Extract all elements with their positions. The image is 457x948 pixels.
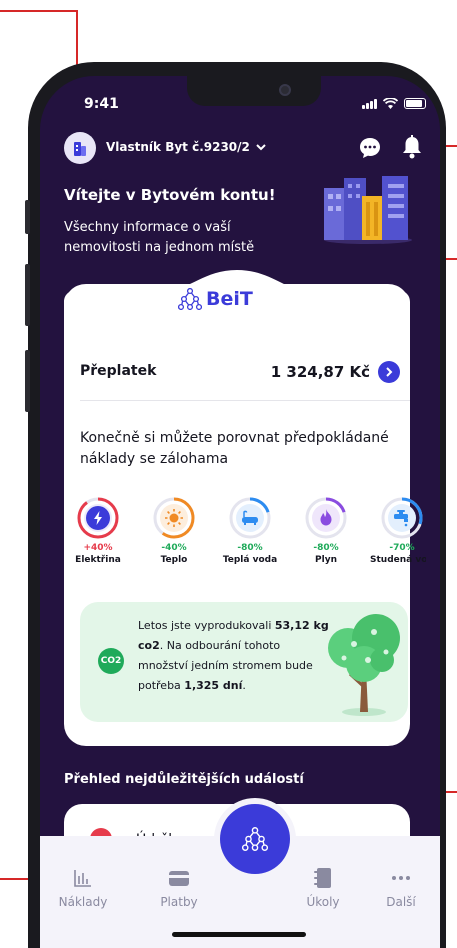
eco-banner: CO2 Letos jste vyprodukovali 53,12 kg co… [80, 602, 408, 722]
status-time: 9:41 [84, 96, 119, 112]
utility-change: -80% [237, 543, 263, 553]
top-row: Vlastník Byt č.9230/2 [64, 132, 426, 164]
chevron-right-icon [386, 367, 393, 377]
utilities-row: +40% Elektřina -40% Teplo -80% Teplá vod… [66, 496, 426, 576]
camera-icon [279, 84, 291, 96]
wallet-icon [169, 871, 189, 886]
utility-item[interactable]: -70% Studená voda [370, 496, 426, 565]
buildings-illustration [324, 176, 412, 244]
tab-label: Úkoly [306, 895, 340, 909]
status-icons [362, 98, 426, 109]
property-avatar[interactable] [64, 132, 96, 164]
eco-text: Letos jste vyprodukovali 53,12 kg co2. N… [138, 619, 329, 692]
balance-value: 1 324,87 Kč [270, 363, 370, 381]
more-icon [392, 876, 410, 880]
bell-icon[interactable] [400, 134, 424, 160]
divider [80, 400, 410, 401]
tab-platby[interactable]: Platby [144, 866, 214, 909]
tab-ukoly[interactable]: Úkoly [288, 866, 358, 909]
eco-days: 1,325 dní [184, 679, 243, 692]
chat-icon[interactable] [358, 136, 382, 160]
battery-icon [404, 98, 426, 109]
property-selector[interactable]: Vlastník Byt č.9230/2 [106, 140, 266, 154]
building-icon [74, 142, 86, 156]
tab-label: Platby [160, 895, 198, 909]
utility-name: Teplo [160, 555, 188, 565]
tree-illustration [328, 614, 400, 716]
wifi-icon [383, 98, 398, 109]
network-logo-icon [178, 288, 202, 310]
utility-item[interactable]: -80% Plyn [294, 496, 358, 565]
compare-text: Konečně si můžete porovnat předpokládané… [80, 430, 389, 467]
utility-name: Elektřina [75, 555, 121, 565]
utility-change: -70% [389, 543, 415, 553]
utility-change: -80% [313, 543, 339, 553]
chevron-down-icon [256, 143, 266, 150]
callout-line [0, 10, 78, 12]
home-indicator [172, 932, 306, 937]
tab-naklady[interactable]: Náklady [48, 866, 118, 909]
notebook-icon [314, 868, 331, 888]
utility-item[interactable]: +40% Elektřina [66, 496, 130, 565]
hero-title: Vítejte v Bytovém kontu! [64, 186, 276, 204]
hero-text: Všechny informace o vaší nemovitosti na … [64, 220, 255, 255]
tab-dalsi[interactable]: Další [366, 866, 436, 909]
utility-change: +40% [83, 543, 113, 553]
utility-name: Studená voda [370, 555, 426, 565]
phone-side-button [25, 350, 30, 412]
app-screen: 9:41 Vlastník Byt č.9230/2 Vítejte v Byt… [40, 76, 440, 948]
tab-label: Další [386, 895, 416, 909]
signal-icon [362, 98, 377, 109]
balance-label: Přeplatek [80, 363, 157, 379]
phone-side-button [25, 264, 30, 326]
home-fab-button[interactable] [220, 804, 290, 874]
tab-label: Náklady [58, 895, 108, 909]
logo-text: BeiT [206, 288, 253, 310]
notch [187, 76, 321, 106]
owner-label: Vlastník Byt č.9230/2 [106, 140, 250, 154]
events-title: Přehled nejdůležitějších událostí [64, 772, 304, 787]
balance-row[interactable]: Přeplatek 1 324,87 Kč [80, 360, 400, 384]
utility-name: Teplá voda [222, 555, 278, 565]
network-logo-icon [242, 827, 268, 851]
utility-change: -40% [161, 543, 187, 553]
utility-item[interactable]: -80% Teplá voda [218, 496, 282, 565]
balance-detail-button[interactable] [378, 361, 400, 383]
utility-item[interactable]: -40% Teplo [142, 496, 206, 565]
chart-icon [74, 870, 91, 887]
co2-badge: CO2 [98, 648, 124, 674]
brand-logo: BeiT [178, 288, 253, 310]
utility-name: Plyn [315, 555, 337, 565]
phone-side-button [25, 200, 30, 234]
